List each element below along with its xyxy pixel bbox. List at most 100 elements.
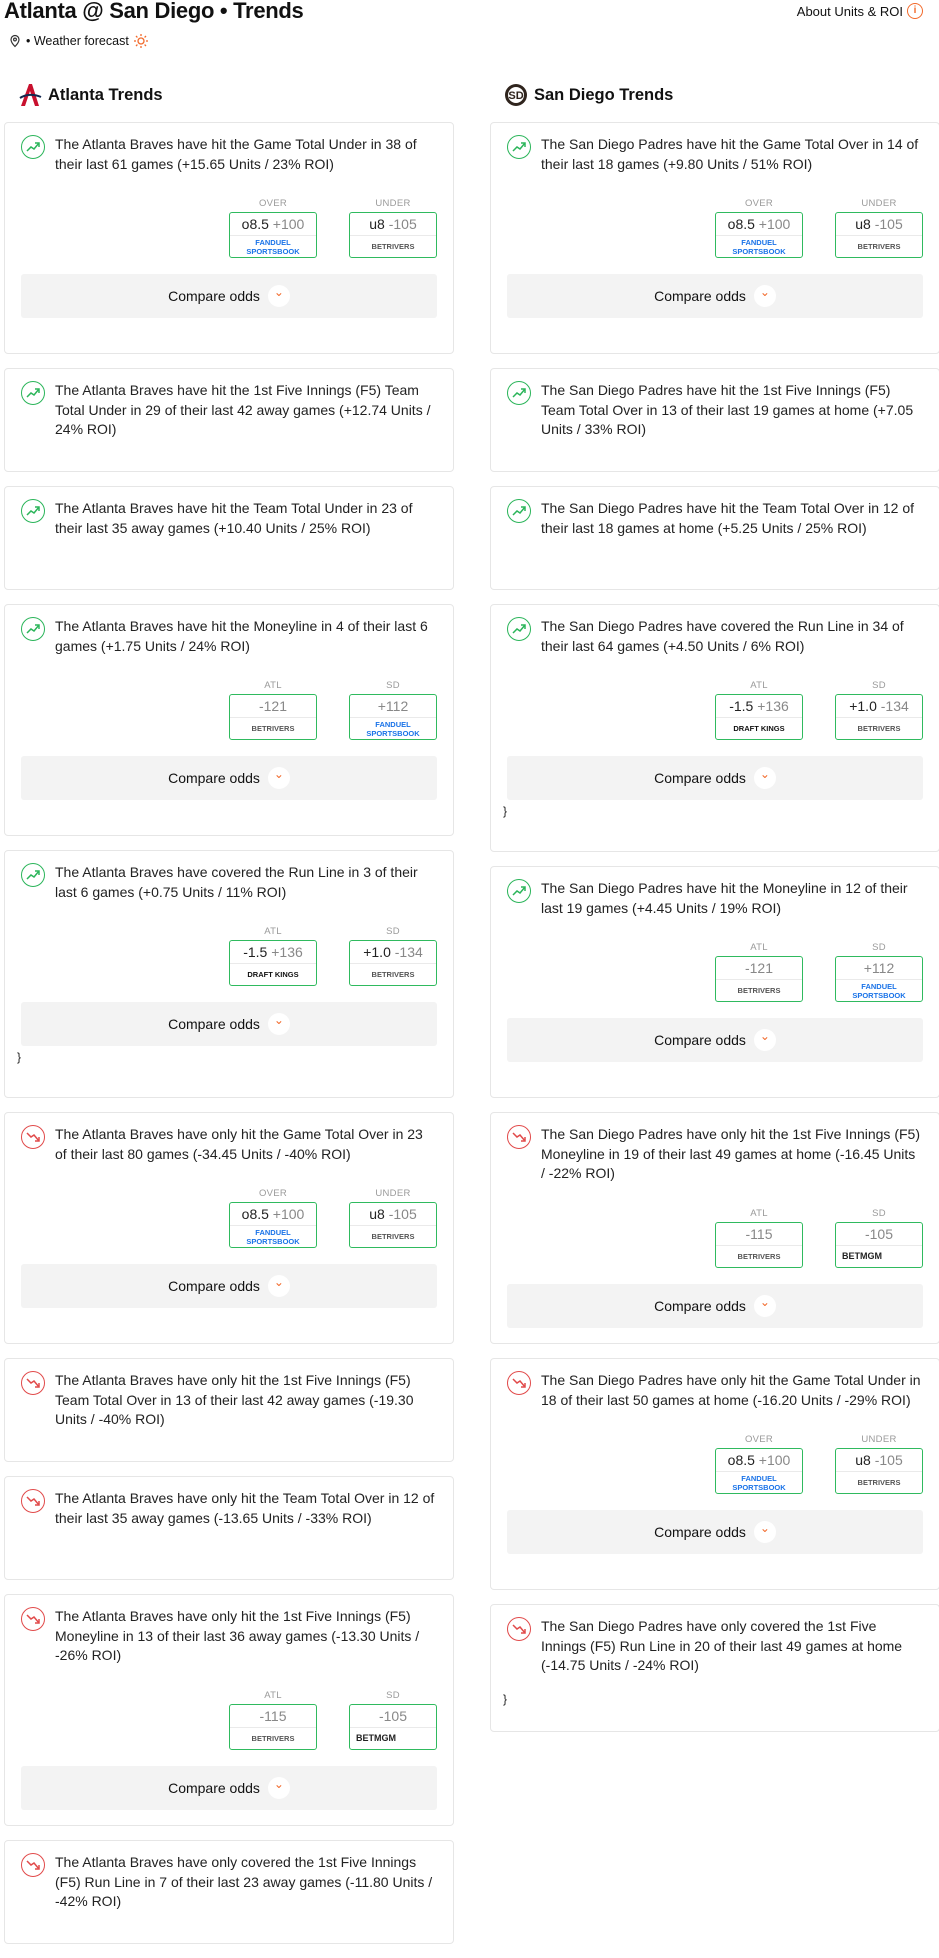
odds-block[interactable]: OVER o8.5 +100 FANDUEL SPORTSBOOK <box>229 1188 317 1248</box>
odds-block[interactable]: OVER o8.5 +100 FANDUEL SPORTSBOOK <box>715 1434 803 1494</box>
odds-block[interactable]: ATL -121 BETRIVERS <box>715 942 803 1002</box>
odds-button[interactable]: -121 BETRIVERS <box>229 694 317 740</box>
odds-button[interactable]: +112 FANDUEL SPORTSBOOK <box>349 694 437 740</box>
chevron-down-icon: ⌄ <box>753 285 776 307</box>
odds-block[interactable]: SD +112 FANDUEL SPORTSBOOK <box>835 942 923 1002</box>
odds-row: ATL -1.5 +136 DRAFT KINGS SD +1.0 -134 BETRIV… <box>507 680 923 740</box>
compare-odds-label: Compare odds <box>168 1016 260 1032</box>
sportsbook-logo-icon: BETRIVERS <box>716 979 802 1001</box>
odds-button[interactable]: u8 -105 BETRIVERS <box>349 212 437 258</box>
compare-odds-button[interactable]: Compare odds ⌄ <box>507 1018 923 1062</box>
sportsbook-logo-icon: DRAFT KINGS <box>716 717 802 739</box>
odds-block[interactable]: SD +1.0 -134 BETRIVERS <box>349 926 437 986</box>
odds-value: -1.5 +136 <box>716 695 802 717</box>
odds-block[interactable]: UNDER u8 -105 BETRIVERS <box>835 1434 923 1494</box>
odds-button[interactable]: -105 BETMGM <box>835 1221 923 1268</box>
san-diego-trends-heading: SD San Diego Trends <box>490 80 939 110</box>
odds-price: -115 <box>745 1225 773 1242</box>
odds-value: o8.5 +100 <box>716 213 802 235</box>
odds-block[interactable]: ATL -1.5 +136 DRAFT KINGS <box>229 926 317 986</box>
odds-button[interactable]: -115 BETRIVERS <box>229 1703 317 1750</box>
odds-block[interactable]: SD -105 BETMGM <box>835 1208 923 1268</box>
odds-block[interactable]: ATL -121 BETRIVERS <box>229 680 317 740</box>
odds-block[interactable]: ATL -1.5 +136 DRAFT KINGS <box>715 680 803 740</box>
sportsbook-logo-icon: BETRIVERS <box>230 1726 316 1749</box>
odds-button[interactable]: o8.5 +100 FANDUEL SPORTSBOOK <box>229 212 317 258</box>
compare-odds-button[interactable]: Compare odds ⌄ <box>507 1510 923 1554</box>
odds-button[interactable]: u8 -105 BETRIVERS <box>349 1202 437 1248</box>
compare-odds-button[interactable]: Compare odds ⌄ <box>21 1002 437 1046</box>
odds-button[interactable]: o8.5 +100 FANDUEL SPORTSBOOK <box>229 1202 317 1248</box>
san-diego-trends-title: San Diego Trends <box>534 85 674 104</box>
trend-card: The Atlanta Braves have only hit the 1st… <box>4 1594 454 1826</box>
compare-odds-button[interactable]: Compare odds ⌄ <box>507 274 923 318</box>
odds-row: OVER o8.5 +100 FANDUEL SPORTSBOOK UNDER u8 -… <box>507 1434 923 1494</box>
odds-button[interactable]: +1.0 -134 BETRIVERS <box>835 694 923 740</box>
odds-button[interactable]: +1.0 -134 BETRIVERS <box>349 940 437 986</box>
closing-brace-text: } <box>503 1691 508 1706</box>
compare-odds-button[interactable]: Compare odds ⌄ <box>21 756 437 800</box>
odds-label: OVER <box>258 198 288 209</box>
odds-block[interactable]: SD -105 BETMGM <box>349 1690 437 1750</box>
compare-odds-button[interactable]: Compare odds ⌄ <box>21 1765 437 1810</box>
compare-odds-button[interactable]: Compare odds ⌄ <box>507 1283 923 1328</box>
odds-button[interactable]: u8 -105 BETRIVERS <box>835 212 923 258</box>
odds-block[interactable]: UNDER u8 -105 BETRIVERS <box>835 198 923 258</box>
odds-button[interactable]: -105 BETMGM <box>349 1703 437 1750</box>
trend-row: The Atlanta Braves have only hit the Tea… <box>21 1489 437 1528</box>
trend-row: The Atlanta Braves have hit the Moneylin… <box>21 617 437 656</box>
odds-block[interactable]: UNDER u8 -105 BETRIVERS <box>349 1188 437 1248</box>
compare-odds-label: Compare odds <box>654 1297 746 1314</box>
compare-odds-button[interactable]: Compare odds ⌄ <box>21 1264 437 1308</box>
about-units-roi-link[interactable]: About Units & ROI i <box>797 3 923 19</box>
odds-block[interactable]: UNDER u8 -105 BETRIVERS <box>349 198 437 258</box>
compare-odds-label: Compare odds <box>168 1779 260 1796</box>
odds-button[interactable]: o8.5 +100 FANDUEL SPORTSBOOK <box>715 212 803 258</box>
trend-card: The San Diego Padres have only covered t… <box>490 1604 939 1732</box>
chevron-down-icon: ⌄ <box>753 1294 776 1317</box>
odds-value: u8 -105 <box>836 1449 922 1471</box>
odds-price: +136 <box>271 944 303 960</box>
odds-label: UNDER <box>375 198 411 209</box>
odds-button[interactable]: -121 BETRIVERS <box>715 956 803 1002</box>
odds-label: UNDER <box>375 1188 411 1199</box>
odds-block[interactable]: SD +112 FANDUEL SPORTSBOOK <box>349 680 437 740</box>
trend-row: The Atlanta Braves have hit the Game Tot… <box>21 135 437 174</box>
odds-value: o8.5 +100 <box>230 213 316 235</box>
trend-card: The San Diego Padres have hit the Moneyl… <box>490 866 939 1098</box>
odds-button[interactable]: o8.5 +100 FANDUEL SPORTSBOOK <box>715 1448 803 1494</box>
odds-block[interactable]: ATL -115 BETRIVERS <box>229 1690 317 1750</box>
weather-forecast[interactable]: • Weather forecast <box>8 33 149 49</box>
sportsbook-logo-icon: FANDUEL SPORTSBOOK <box>716 235 802 257</box>
odds-label: OVER <box>258 1188 288 1199</box>
odds-button[interactable]: -1.5 +136 DRAFT KINGS <box>715 694 803 740</box>
trend-up-icon <box>21 135 45 159</box>
sportsbook-logo-icon: FANDUEL SPORTSBOOK <box>350 717 436 739</box>
odds-block[interactable]: SD +1.0 -134 BETRIVERS <box>835 680 923 740</box>
trend-card: The Atlanta Braves have hit the Team Tot… <box>4 486 454 590</box>
odds-button[interactable]: u8 -105 BETRIVERS <box>835 1448 923 1494</box>
odds-price: -105 <box>388 1206 417 1222</box>
trend-up-icon <box>507 381 531 405</box>
odds-button[interactable]: -1.5 +136 DRAFT KINGS <box>229 940 317 986</box>
compare-odds-button[interactable]: Compare odds ⌄ <box>21 274 437 318</box>
atlanta-trends-heading: Atlanta Trends <box>4 80 454 110</box>
odds-block[interactable]: OVER o8.5 +100 FANDUEL SPORTSBOOK <box>715 198 803 258</box>
odds-price: +100 <box>272 216 305 232</box>
odds-line: u8 <box>369 1206 385 1222</box>
trend-text: The Atlanta Braves have hit the Game Tot… <box>55 136 417 172</box>
odds-block[interactable]: OVER o8.5 +100 FANDUEL SPORTSBOOK <box>229 198 317 258</box>
odds-block[interactable]: ATL -115 BETRIVERS <box>715 1208 803 1268</box>
odds-button[interactable]: +112 FANDUEL SPORTSBOOK <box>835 956 923 1002</box>
trend-up-icon <box>21 381 45 405</box>
odds-row: ATL -115 BETRIVERS SD -105 BETMGM <box>21 1690 437 1750</box>
compare-odds-button[interactable]: Compare odds ⌄ <box>507 756 923 800</box>
trend-row: The San Diego Padres have hit the Game T… <box>507 135 923 174</box>
odds-price: -105 <box>874 1452 903 1468</box>
odds-price: -134 <box>880 698 909 714</box>
svg-text:SD: SD <box>508 90 523 102</box>
sportsbook-logo-icon: BETMGM <box>836 1244 922 1267</box>
odds-button[interactable]: -115 BETRIVERS <box>715 1221 803 1268</box>
trend-card: The Atlanta Braves have hit the Moneylin… <box>4 604 454 836</box>
trend-down-icon <box>507 1371 531 1395</box>
